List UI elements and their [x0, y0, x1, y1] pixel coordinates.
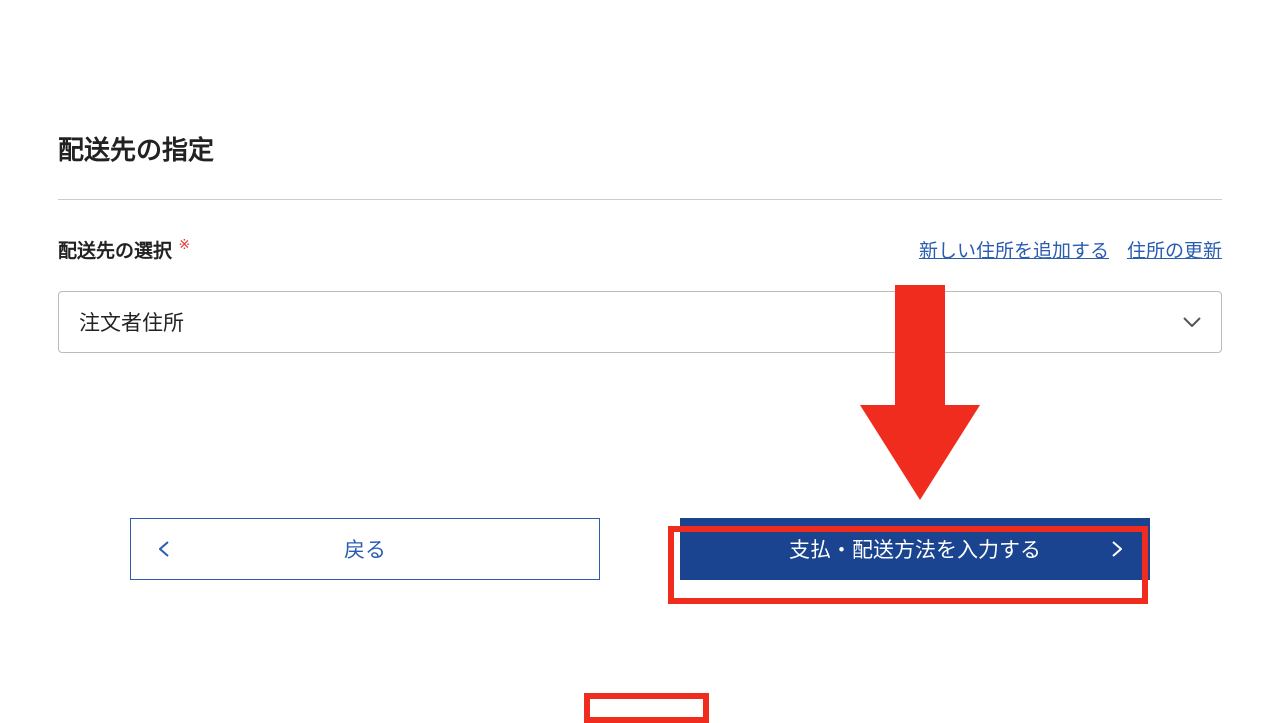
field-label-group: 配送先の選択 ※	[58, 236, 190, 263]
back-button[interactable]: 戻る	[130, 518, 600, 580]
add-address-link[interactable]: 新しい住所を追加する	[919, 236, 1109, 263]
chevron-right-icon	[1112, 541, 1122, 557]
select-value: 注文者住所	[79, 307, 184, 337]
next-button-label: 支払・配送方法を入力する	[789, 534, 1041, 564]
chevron-down-icon	[1183, 317, 1201, 327]
divider	[58, 199, 1222, 200]
back-button-label: 戻る	[344, 534, 386, 564]
address-select[interactable]: 注文者住所	[58, 291, 1222, 353]
field-label: 配送先の選択	[58, 241, 172, 262]
required-mark: ※	[178, 236, 190, 252]
chevron-left-icon	[159, 541, 169, 557]
annotation-bottom-box	[584, 693, 709, 723]
section-title: 配送先の指定	[58, 130, 1222, 167]
update-address-link[interactable]: 住所の更新	[1127, 236, 1222, 263]
link-group: 新しい住所を追加する 住所の更新	[919, 236, 1222, 263]
next-button[interactable]: 支払・配送方法を入力する	[680, 518, 1150, 580]
